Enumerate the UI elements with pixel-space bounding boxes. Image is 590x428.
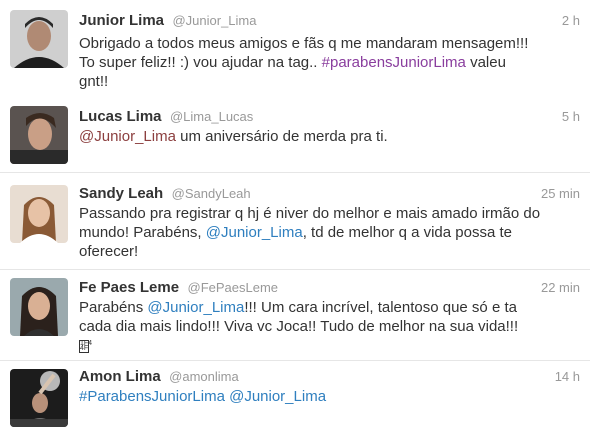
tweet-text-fragment: Parabéns	[79, 299, 148, 316]
avatar-junior-lima[interactable]	[10, 10, 68, 68]
tweet-time[interactable]: 25 min	[541, 186, 580, 201]
tweet-feed: Junior Lima @Junior_Lima 2 h Obrigado a …	[0, 0, 590, 428]
tweet-sandy-leah[interactable]: Sandy Leah @SandyLeah 25 min Passando pr…	[0, 173, 590, 269]
tweet-text-fragment: valeu	[465, 54, 506, 71]
tweet-text-fragment: !!! Um cara incrível, talentoso que só e…	[244, 299, 517, 316]
author-name[interactable]: Sandy Leah	[79, 185, 163, 202]
tweet-text-fragment: , td de melhor q a vida possa te	[302, 224, 512, 241]
tweet-text: Parabéns @Junior_Lima!!! Um cara incríve…	[79, 298, 580, 355]
mention-link[interactable]: @Junior_Lima	[79, 128, 176, 145]
avatar-amon-lima[interactable]	[10, 369, 68, 427]
author-handle[interactable]: @SandyLeah	[172, 186, 251, 201]
tweet-text-line: 1F4 4F	[79, 336, 580, 355]
tweet-text-line: gnt!!	[79, 73, 109, 90]
avatar-lucas-lima[interactable]	[10, 106, 68, 164]
tweet-text-line: mundo! Parabéns, @Junior_Lima, td de mel…	[79, 223, 580, 242]
tweet-text-fragment: um aniversário de merda pra ti.	[175, 128, 388, 145]
emoji-icon: 1F4 4F	[79, 339, 93, 353]
tweet-text-line: oferecer!	[79, 243, 139, 260]
tweet-fe-paes-leme[interactable]: Fe Paes Leme @FePaesLeme 22 min Parabéns…	[0, 270, 590, 360]
author-handle[interactable]: @Lima_Lucas	[170, 109, 253, 124]
mention-link[interactable]: @Junior_Lima	[147, 299, 244, 316]
tweet-text-fragment: mundo! Parabéns,	[79, 224, 206, 241]
tweet-text-line: Passando pra registrar q hj é niver do m…	[79, 205, 541, 222]
author-handle[interactable]: @FePaesLeme	[188, 280, 279, 295]
mention-link[interactable]: @Junior_Lima	[206, 224, 303, 241]
tweet-text: #ParabensJuniorLima @Junior_Lima	[79, 387, 580, 406]
author-handle[interactable]: @amonlima	[169, 369, 239, 384]
avatar-sandy-leah[interactable]	[10, 185, 68, 243]
tweet-time[interactable]: 2 h	[562, 13, 580, 28]
hashtag-link[interactable]: #ParabensJuniorLima	[79, 388, 225, 405]
author-name[interactable]: Fe Paes Leme	[79, 279, 179, 296]
tweet-text-line: cada dia mais lindo!!! Viva vc Joca!! Tu…	[79, 318, 519, 335]
tweet-text-line: To super feliz!! :) vou ajudar na tag.. …	[79, 53, 580, 72]
tweet-text: Passando pra registrar q hj é niver do m…	[79, 204, 580, 261]
tweet-time[interactable]: 14 h	[555, 369, 580, 384]
avatar-fe-paes-leme[interactable]	[10, 278, 68, 336]
author-handle[interactable]: @Junior_Lima	[172, 13, 256, 28]
author-name[interactable]: Lucas Lima	[79, 108, 162, 125]
tweet-lucas-lima[interactable]: Lucas Lima @Lima_Lucas 5 h @Junior_Lima …	[0, 96, 590, 172]
tweet-text: Obrigado a todos meus amigos e fãs q me …	[79, 34, 580, 91]
tweet-text-line: Obrigado a todos meus amigos e fãs q me …	[79, 35, 529, 52]
author-name[interactable]: Junior Lima	[79, 12, 164, 29]
tweet-junior-lima[interactable]: Junior Lima @Junior_Lima 2 h Obrigado a …	[0, 0, 590, 96]
tweet-text-line: Parabéns @Junior_Lima!!! Um cara incríve…	[79, 298, 580, 317]
tweet-text: @Junior_Lima um aniversário de merda pra…	[79, 127, 580, 146]
hashtag-link[interactable]: #parabensJuniorLima	[322, 54, 466, 71]
mention-link[interactable]: @Junior_Lima	[229, 388, 326, 405]
author-name[interactable]: Amon Lima	[79, 368, 161, 385]
tweet-text-fragment: To super feliz!! :) vou ajudar na tag..	[79, 54, 322, 71]
tweet-time[interactable]: 22 min	[541, 280, 580, 295]
tweet-amon-lima[interactable]: Amon Lima @amonlima 14 h #ParabensJunior…	[0, 361, 590, 428]
tweet-time[interactable]: 5 h	[562, 109, 580, 124]
